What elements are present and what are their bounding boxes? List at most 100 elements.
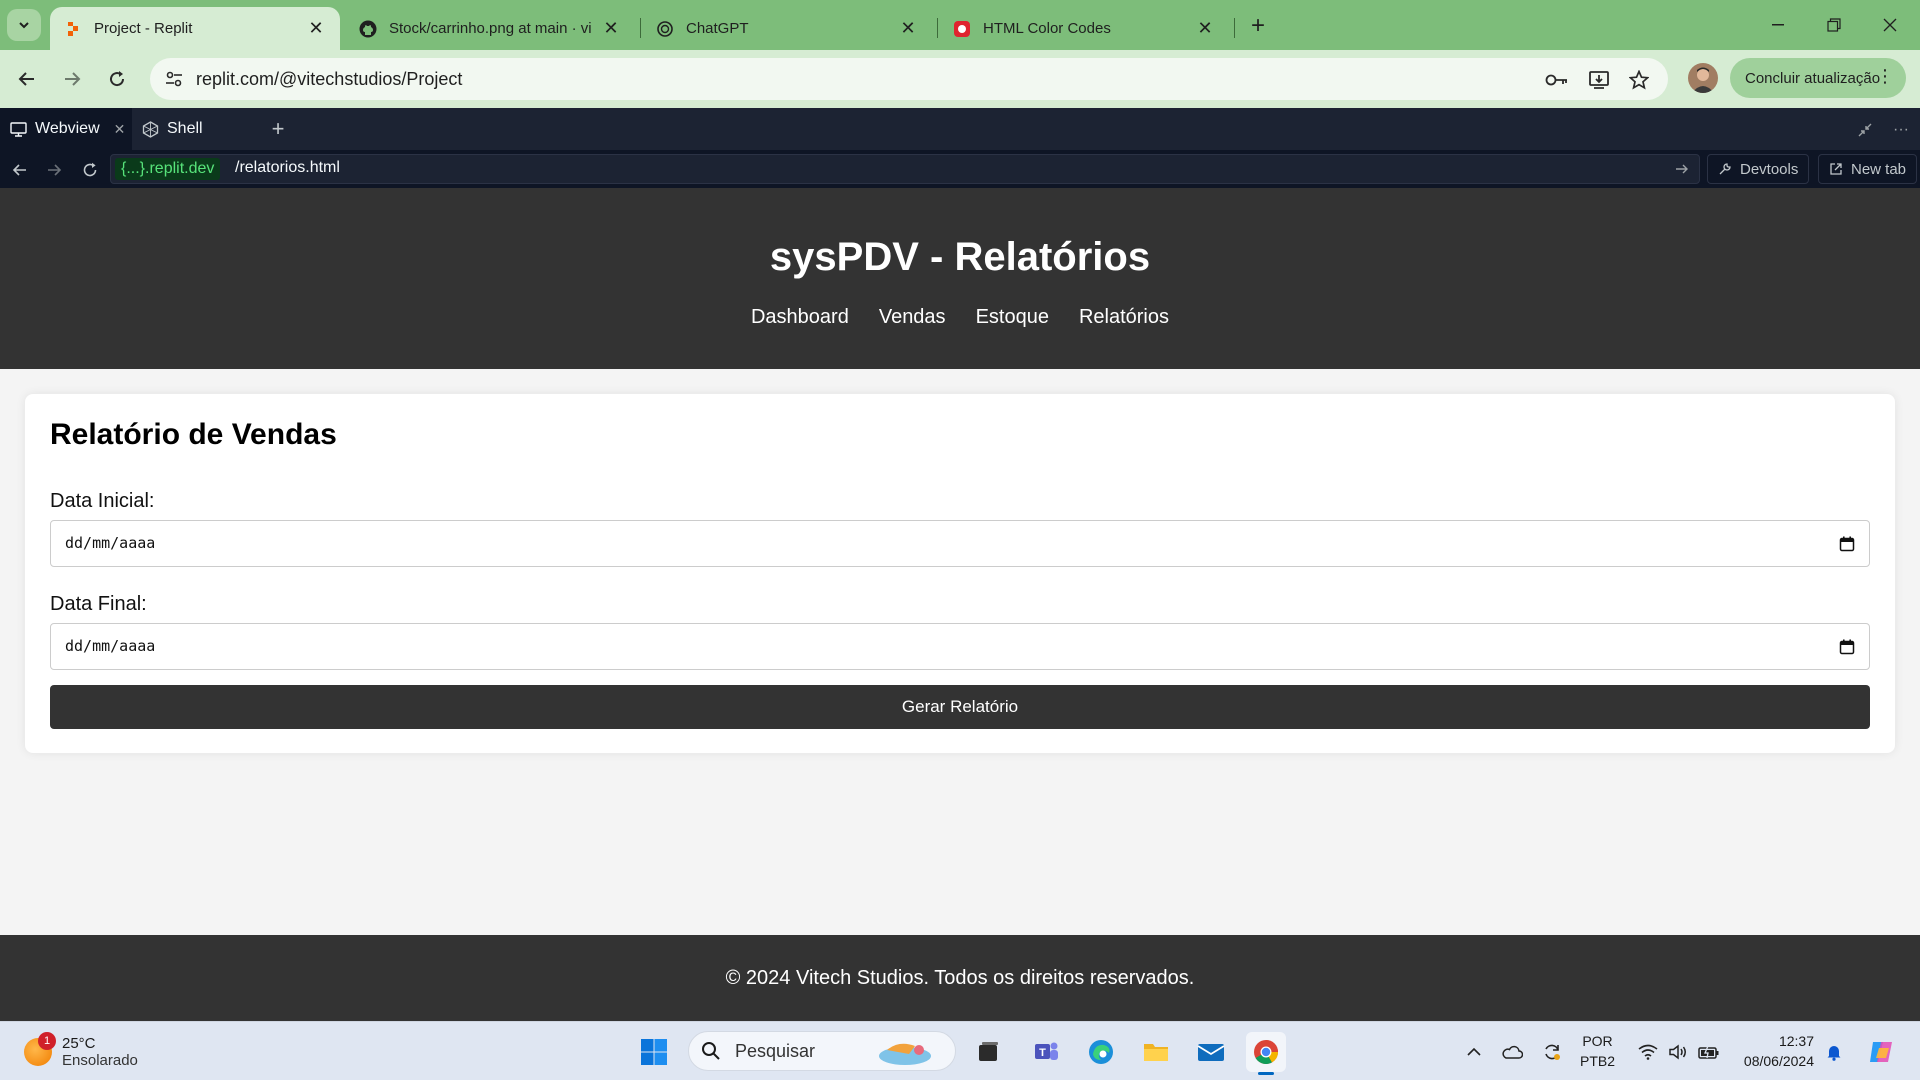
- arrow-left-icon: [18, 72, 34, 86]
- chatgpt-icon: [656, 20, 674, 38]
- file-explorer-icon[interactable]: [1136, 1032, 1176, 1072]
- external-link-icon: [1830, 163, 1842, 175]
- close-tab-icon[interactable]: ✕: [306, 18, 326, 39]
- system-clock[interactable]: 12:37 08/06/2024: [1738, 1031, 1814, 1071]
- tab-search-button[interactable]: [7, 9, 41, 41]
- nav-link-vendas[interactable]: Vendas: [879, 306, 946, 329]
- browser-tab-github[interactable]: Stock/carrinho.png at main · vi ✕: [345, 7, 635, 50]
- nav-link-dashboard[interactable]: Dashboard: [751, 306, 849, 329]
- webview-reload-button[interactable]: [78, 158, 102, 182]
- github-icon: [359, 20, 377, 38]
- tab-title: Stock/carrinho.png at main · vi: [389, 20, 592, 37]
- minimize-pane-icon[interactable]: [1854, 119, 1876, 141]
- address-bar[interactable]: replit.com/@vitechstudios/Project: [150, 58, 1668, 100]
- search-highlight-icon: [879, 1043, 931, 1065]
- nav-link-relatorios[interactable]: Relatórios: [1079, 306, 1169, 329]
- devtools-button[interactable]: Devtools: [1707, 154, 1810, 184]
- close-tab-icon[interactable]: ✕: [1195, 18, 1215, 39]
- browser-tab-strip: Project - Replit ✕ Stock/carrinho.png at…: [0, 0, 1920, 50]
- weather-widget[interactable]: 1 25°C Ensolarado: [24, 1030, 138, 1074]
- replit-pane-tabs: Webview ✕ Shell + ···: [0, 108, 1920, 150]
- language-indicator[interactable]: POR PTB2: [1580, 1031, 1615, 1071]
- teams-icon[interactable]: T: [1026, 1032, 1066, 1072]
- onedrive-icon[interactable]: [1498, 1032, 1526, 1072]
- webview-forward-button[interactable]: [42, 158, 66, 182]
- chrome-icon[interactable]: [1246, 1032, 1286, 1075]
- start-button[interactable]: [634, 1032, 674, 1072]
- new-tab-button[interactable]: +: [1244, 12, 1272, 40]
- webview-toolbar: {...}.replit.dev /relatorios.html Devtoo…: [0, 150, 1920, 188]
- site-info-icon[interactable]: [160, 65, 188, 93]
- end-date-input[interactable]: dd/mm/aaaa: [50, 623, 1870, 670]
- start-date-input[interactable]: dd/mm/aaaa: [50, 520, 1870, 567]
- arrow-right-icon: [65, 72, 81, 86]
- close-tab-icon[interactable]: ✕: [601, 18, 621, 39]
- reload-button[interactable]: [101, 63, 133, 95]
- reload-icon: [83, 162, 97, 177]
- sync-icon[interactable]: [1538, 1032, 1566, 1072]
- copilot-icon[interactable]: [1864, 1032, 1900, 1072]
- add-pane-tab-button[interactable]: +: [265, 116, 291, 142]
- browser-tab-replit[interactable]: Project - Replit ✕: [50, 7, 340, 50]
- edge-icon[interactable]: [1081, 1032, 1121, 1072]
- start-date-placeholder: dd/mm/aaaa: [65, 534, 156, 552]
- url-text: replit.com/@vitechstudios/Project: [196, 69, 463, 89]
- tab-separator: [1234, 18, 1235, 38]
- forward-button[interactable]: [56, 63, 88, 95]
- more-horizontal-icon[interactable]: ···: [1890, 119, 1912, 141]
- close-tab-icon[interactable]: ✕: [898, 18, 918, 39]
- wifi-icon[interactable]: [1634, 1032, 1662, 1072]
- minimize-icon: [1771, 24, 1784, 26]
- bookmark-star-icon[interactable]: [1626, 67, 1652, 93]
- browser-tab-html-colors[interactable]: HTML Color Codes ✕: [939, 7, 1229, 50]
- tab-shell[interactable]: Shell: [132, 108, 252, 150]
- close-window-button[interactable]: [1862, 0, 1917, 50]
- volume-icon[interactable]: [1664, 1032, 1692, 1072]
- windows-logo-icon: [641, 1039, 667, 1065]
- install-app-icon[interactable]: [1586, 67, 1612, 93]
- svg-text:T: T: [1039, 1047, 1046, 1059]
- close-icon[interactable]: ✕: [114, 121, 126, 138]
- webview-url-bar[interactable]: {...}.replit.dev /relatorios.html: [110, 154, 1700, 184]
- calendar-icon[interactable]: [1837, 534, 1857, 554]
- go-arrow-icon[interactable]: [1671, 158, 1693, 180]
- html-colors-favicon-icon: [953, 20, 971, 38]
- webview-back-button[interactable]: [8, 158, 32, 182]
- clock-time: 12:37: [1778, 1033, 1814, 1049]
- tab-webview[interactable]: Webview ✕: [0, 108, 132, 150]
- devtools-label: Devtools: [1740, 160, 1799, 178]
- keyboard-layout: PTB2: [1580, 1053, 1616, 1069]
- tab-title: Project - Replit: [94, 20, 193, 37]
- reload-icon: [110, 71, 125, 87]
- replit-domain-badge: {...}.replit.dev: [115, 158, 221, 180]
- notification-badge: 1: [38, 1032, 56, 1050]
- close-icon: [1883, 18, 1896, 32]
- restore-button[interactable]: [1806, 0, 1861, 50]
- tab-separator: [937, 18, 938, 38]
- minimize-button[interactable]: [1750, 0, 1805, 50]
- wrench-icon: [1719, 163, 1731, 175]
- start-date-label: Data Inicial:: [50, 490, 155, 512]
- show-hidden-icons-icon[interactable]: [1460, 1032, 1488, 1072]
- back-button[interactable]: [11, 63, 43, 95]
- new-tab-button[interactable]: New tab: [1818, 154, 1918, 184]
- webview-path: /relatorios.html: [235, 159, 340, 176]
- browser-tab-chatgpt[interactable]: ChatGPT ✕: [642, 7, 932, 50]
- tab-webview-label: Webview: [35, 120, 100, 137]
- notification-bell-icon[interactable]: [1821, 1032, 1847, 1072]
- battery-icon[interactable]: [1694, 1032, 1724, 1072]
- mail-icon[interactable]: [1191, 1032, 1231, 1072]
- calendar-icon[interactable]: [1837, 637, 1857, 657]
- profile-avatar[interactable]: [1688, 63, 1718, 93]
- task-view-icon[interactable]: [968, 1032, 1008, 1072]
- taskbar-search[interactable]: Pesquisar: [688, 1031, 956, 1071]
- search-icon: [702, 1042, 720, 1060]
- update-chrome-button[interactable]: Concluir atualização ⋮: [1730, 58, 1906, 98]
- search-placeholder: Pesquisar: [735, 1040, 816, 1061]
- page-title: sysPDV - Relatórios: [769, 235, 1151, 279]
- nav-link-estoque[interactable]: Estoque: [976, 306, 1049, 329]
- site-footer: © 2024 Vitech Studios. Todos os direitos…: [0, 935, 1920, 1021]
- generate-report-button[interactable]: Gerar Relatório: [50, 685, 1870, 729]
- report-heading: Relatório de Vendas: [50, 418, 337, 451]
- password-key-icon[interactable]: [1544, 67, 1570, 93]
